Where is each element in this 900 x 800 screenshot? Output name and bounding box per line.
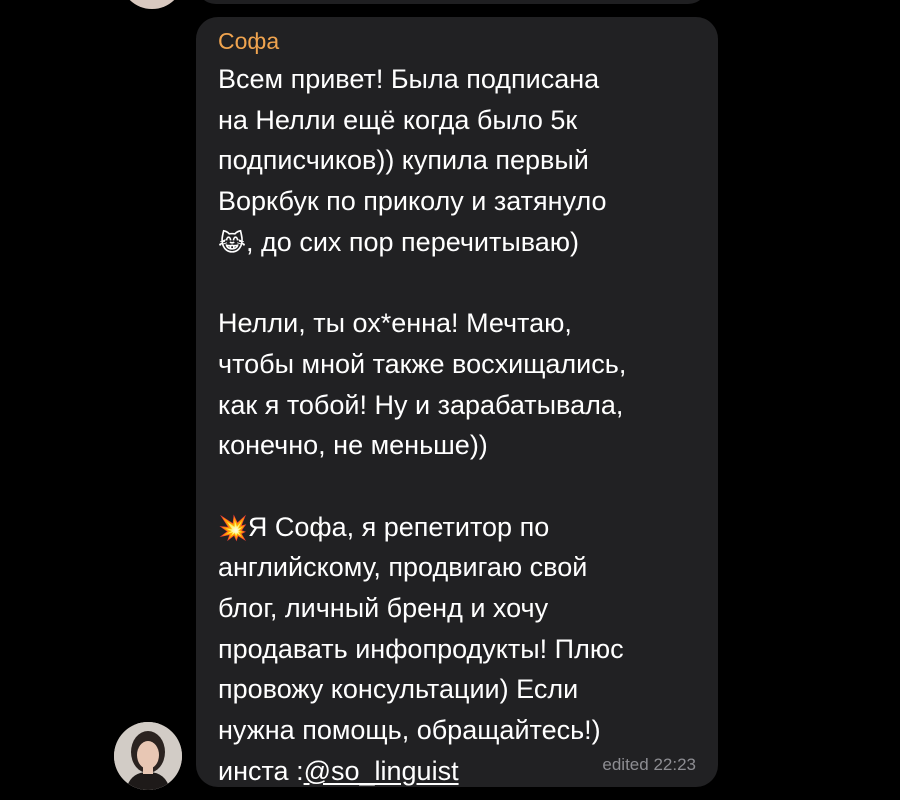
message-line: как я тобой! Ну и зарабатывала, [218,389,624,420]
message-line: Нелли, ты ох*енна! Мечтаю, [218,308,572,339]
message-line: Воркбук по приколу и затянуло [218,186,607,217]
message-meta: edited 22:23 [602,755,696,775]
message-line: Я Софа, я репетитор по [247,511,550,542]
message-text: Всем привет! Была подписана на Нелли ещё… [218,59,708,791]
message-line: на Нелли ещё когда было 5к [218,104,578,135]
message-line: провожу консультации) Если [218,674,579,705]
message-line: английскому, продвигаю свой [218,552,588,583]
message-line: , до сих пор перечитываю) [246,226,580,257]
message-line-with-emoji: 💥Я Софа, я репетитор по [218,507,708,548]
message-line: конечно, не меньше)) [218,430,488,461]
message-line: инста : [218,755,304,786]
collision-emoji-icon: 💥 [218,513,248,542]
message-line: подписчиков)) купила первый [218,145,589,176]
message-line-with-emoji: 😹, до сих пор перечитываю) [218,222,708,263]
message-line: чтобы мной также восхищались, [218,348,627,379]
edited-label: edited [602,755,649,774]
message-bubble: Софа Всем привет! Была подписана на Нелл… [196,17,718,787]
sender-avatar[interactable] [114,722,182,790]
previous-avatar[interactable] [120,0,184,9]
sender-name[interactable]: Софа [218,27,279,55]
message-line: блог, личный бренд и хочу [218,592,549,623]
message-line: Всем привет! Была подписана [218,64,600,94]
previous-message-bubble [196,0,708,4]
message-line: нужна помощь, обращайтесь!) [218,715,601,745]
crying-cat-emoji-icon: 😹 [218,228,247,257]
message-time: 22:23 [653,755,696,774]
avatar-photo-icon [114,722,182,790]
instagram-handle-link[interactable]: @so_linguist [304,756,459,786]
message-line: продавать инфопродукты! Плюс [218,633,624,664]
